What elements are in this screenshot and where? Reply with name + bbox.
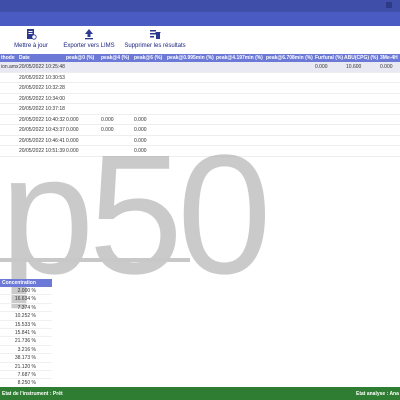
refresh-button-label: Mettre à jour [14,43,48,49]
cell-method: ion.amx [1,64,19,70]
col-header-peak0995[interactable]: peak@0.995min (%) [167,55,214,61]
table-row[interactable]: 20/05/2022 10:30:53 [0,73,400,83]
watermark-text: p50 [0,120,272,310]
cell-date: 20/05/2022 10:32:28 [19,85,65,91]
window-control-icon[interactable] [386,2,392,8]
list-item[interactable]: 21.120 % [0,363,52,371]
refresh-button[interactable]: Mettre à jour [8,28,54,49]
upload-icon [85,29,93,40]
list-item[interactable]: 38.173 % [0,354,52,363]
col-header-abu[interactable]: ABU(CPG) (%) [344,55,378,61]
cell-furfural: 0.000 [315,64,328,70]
refresh-icon [27,29,37,40]
col-header-furfural[interactable]: Furfural (%) [315,55,343,61]
cell-date: 20/05/2022 10:25:48 [19,64,65,70]
cell-abu: 10.600 [346,64,362,70]
toolbar: Mettre à jour Exporter vers LIMS Supprim… [0,26,400,54]
cell-3me4h: 0.000 [380,64,393,70]
list-item[interactable]: 7.374 % [0,304,52,313]
list-item[interactable]: 21.736 % [0,337,52,346]
results-grid-header: thode Date peak@0 (%) peak@4 (%) peak@6 … [0,54,400,62]
delete-results-button-label: Supprimer les résultats [124,43,186,49]
col-header-peak6708[interactable]: peak@6.708min (%) [266,55,313,61]
list-item[interactable]: 16.634 % [0,295,52,304]
col-header-date[interactable]: Date [19,55,30,61]
col-header-peak4[interactable]: peak@4 (%) [101,55,129,61]
export-lims-button-label: Exporter vers LIMS [63,43,115,49]
table-row[interactable]: ion.amx 20/05/2022 10:25:48 0.000 10.600… [0,62,400,73]
list-item[interactable]: 15.533 % [0,321,52,329]
col-header-method[interactable]: thode [1,55,15,61]
export-lims-button[interactable]: Exporter vers LIMS [60,28,118,49]
delete-list-icon [150,30,161,39]
col-header-peak0[interactable]: peak@0 (%) [66,55,94,61]
cell-date: 20/05/2022 10:34:00 [19,95,65,102]
list-item[interactable]: 15.841 % [0,329,52,338]
panel-splitter[interactable] [0,258,190,262]
title-bar [0,0,400,12]
status-bar: Etat de l'instrument : Prêt Etat analyse… [0,387,400,400]
list-item[interactable]: 2.000 % [0,287,52,296]
list-item[interactable]: 10.252 % [0,312,52,321]
concentration-list: 2.000 % 16.634 % 7.374 % 10.252 % 15.533… [0,287,52,388]
list-item[interactable]: 3.216 % [0,346,52,355]
col-header-peak4197[interactable]: peak@4.197min (%) [216,55,263,61]
concentration-header: Concentration [0,279,52,287]
table-row[interactable]: 20/05/2022 10:32:28 [0,83,400,94]
list-item[interactable]: 7.687 % [0,371,52,380]
concentration-header-label[interactable]: Concentration [2,280,36,286]
instrument-status: Etat de l'instrument : Prêt [2,391,63,397]
analysis-status: Etat analyse : Ana [356,391,399,397]
ribbon-bar [0,12,400,26]
cell-date: 20/05/2022 10:30:53 [19,74,65,81]
col-header-3me4h[interactable]: 3Me-4H [380,55,398,61]
cell-date: 20/05/2022 10:37:18 [19,106,65,112]
table-row[interactable]: 20/05/2022 10:34:00 [0,94,400,104]
delete-results-button[interactable]: Supprimer les résultats [122,28,188,49]
col-header-peak6[interactable]: peak@6 (%) [134,55,162,61]
table-row[interactable]: 20/05/2022 10:37:18 [0,104,400,115]
